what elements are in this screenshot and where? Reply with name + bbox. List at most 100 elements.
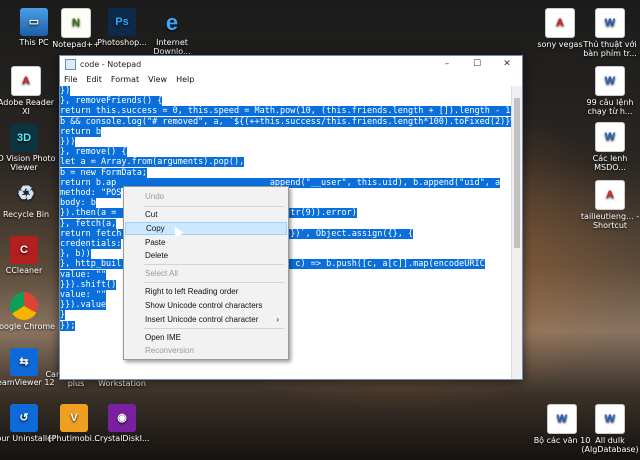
php-icon: V [60,404,88,432]
desktop-icon-label: CCleaner [5,266,43,275]
menu-item-undo[interactable]: Undo [125,190,287,203]
pdf-icon: A [545,8,575,38]
editor-line: b && console.log("# removed", a, `${(++t… [60,116,512,127]
desktop-icon-tailieu[interactable]: A tailieutieng... - Shortcut [578,180,640,230]
desktop-icon-ie[interactable]: e Internet Downlo... [140,8,204,56]
menu-separator [144,264,284,265]
selected-text: method: "POS [60,188,122,199]
pdf-icon: A [595,180,625,210]
menu-item-copy[interactable]: Copy [125,222,287,235]
desktop-icon-recycle-bin[interactable]: ♻ Recycle Bin [0,180,58,220]
desktop-icon-ccleaner[interactable]: C CCleaner [0,236,56,275]
scrollbar-thumb[interactable] [514,98,520,248]
menu-item-reconversion[interactable]: Reconversion [125,344,287,357]
desktop-icon-label: Internet Downlo... [153,38,191,56]
selected-text: }) [60,86,71,96]
selected-text: return b [60,126,101,137]
maximize-button[interactable]: ☐ [462,59,492,69]
uninstaller-icon: ↺ [10,404,38,432]
menu-item-cut[interactable]: Cut [125,208,287,221]
selected-text: return this.success = 0, this.speed = Ma… [60,106,512,117]
doc-icon: W [595,8,625,38]
selected-text: credentials: [60,239,122,250]
pdf-icon: A [11,66,41,96]
doc-icon: W [595,122,625,152]
menu-separator [144,282,284,283]
desktop-icon-adobe-reader[interactable]: A Adobe Reader XI [0,66,58,116]
selected-text: }}).shift() [60,279,117,290]
desktop-icon-3d-vision[interactable]: 3D 3D Vision Photo Viewer [0,124,56,172]
editor-line: return this.success = 0, this.speed = Ma… [60,106,512,117]
photoshop-icon: Ps [108,8,136,36]
menu-item-label: Insert Unicode control character [145,315,259,324]
editor-line: }, removeFriends() { [60,96,512,107]
editor-line: return b [60,126,512,137]
ccleaner-icon: C [10,236,38,264]
desktop-icon-chrome[interactable]: Google Chrome [0,292,56,331]
menu-help[interactable]: Help [176,75,194,84]
close-button[interactable]: ✕ [492,59,522,69]
chrome-icon [10,292,38,320]
vertical-scrollbar[interactable] [511,86,522,379]
editor-line: })) [60,137,512,148]
selected-text: }, remove() { [60,147,127,158]
editor-line: b = new FormData; [60,167,512,178]
selected-text: }, removeFriends() { [60,96,163,107]
teamviewer-icon: ⇆ [10,348,38,376]
desktop-icon-label: Recycle Bin [2,210,50,219]
notepadpp-icon: N [61,8,91,38]
selected-text: b && console.log("# removed", a, `${(++t… [60,116,512,127]
context-menu: Undo Cut Copy Paste Delete Select All Ri… [123,186,289,360]
menu-format[interactable]: Format [111,75,139,84]
selected-text: value: "" [60,269,107,280]
minimize-button[interactable]: – [432,59,462,69]
desktop-icon-label: All dulk (AlgDatabase) [581,436,639,454]
selected-text: })) [60,137,76,148]
ie-icon: e [165,9,179,35]
menu-item-open-ime[interactable]: Open IME [125,331,287,344]
title-bar[interactable]: code - Notepad – ☐ ✕ [60,56,522,72]
doc-icon: W [595,66,625,96]
desktop-icon-label: Adobe Reader XI [0,98,55,116]
desktop-icon-label: Google Chrome [0,322,56,331]
desktop-icon-crystaldisk[interactable]: ◉ CrystalDiskI... [90,404,154,443]
selected-text: }, b)) [60,249,91,260]
selected-text: }, fetch(a, [60,218,117,229]
selected-text: value: "" [60,290,107,301]
menu-bar: File Edit Format View Help [60,72,522,86]
menu-view[interactable]: View [148,75,167,84]
selected-text: } [60,310,66,321]
selected-text: }}).value [60,300,107,311]
doc-icon: W [547,404,577,434]
chevron-right-icon: › [276,315,279,324]
desktop-icon-label: Các lenh MSDO... [592,154,628,172]
editor-line: }, remove() { [60,147,512,158]
desktop-icon-label: 99 câu lệnh chạy từ h... [586,98,634,116]
desktop-icon-cac-lenh[interactable]: W Các lenh MSDO... [578,122,640,172]
desktop-icon-label: CrystalDiskI... [94,434,150,443]
selected-text: }); [60,320,76,331]
notepad-icon [65,58,76,70]
desktop-icon-99-cau[interactable]: W 99 câu lệnh chạy từ h... [578,66,640,116]
menu-item-rtl-reading[interactable]: Right to left Reading order [125,285,287,298]
menu-item-show-unicode[interactable]: Show Unicode control characters [125,299,287,312]
editor-line: let a = Array.from(arguments).pop(), [60,157,512,168]
desktop-icon-thu-thuat[interactable]: W Thủ thuật với bàn phím tr... [578,8,640,58]
desktop-icon-label: 3D Vision Photo Viewer [0,154,56,172]
crystaldisk-icon: ◉ [108,404,136,432]
selected-text: b = new FormData; [60,167,147,178]
window-title: code - Notepad [80,59,142,69]
menu-item-paste[interactable]: Paste [125,236,287,249]
desktop-icon-label: tailieutieng... - Shortcut [580,212,640,230]
menu-separator [144,206,284,207]
menu-item-insert-unicode[interactable]: Insert Unicode control character › [125,313,287,326]
desktop-icon-label: Thủ thuật với bàn phím tr... [583,40,637,58]
menu-separator [144,328,284,329]
menu-item-delete[interactable]: Delete [125,249,287,262]
menu-edit[interactable]: Edit [86,75,102,84]
desktop-icon-all-dulk[interactable]: W All dulk (AlgDatabase) [578,404,640,454]
menu-file[interactable]: File [64,75,77,84]
menu-item-select-all[interactable]: Select All [125,267,287,280]
selected-text: let a = Array.from(arguments).pop(), [60,157,245,168]
selected-text: body: b [60,198,96,209]
